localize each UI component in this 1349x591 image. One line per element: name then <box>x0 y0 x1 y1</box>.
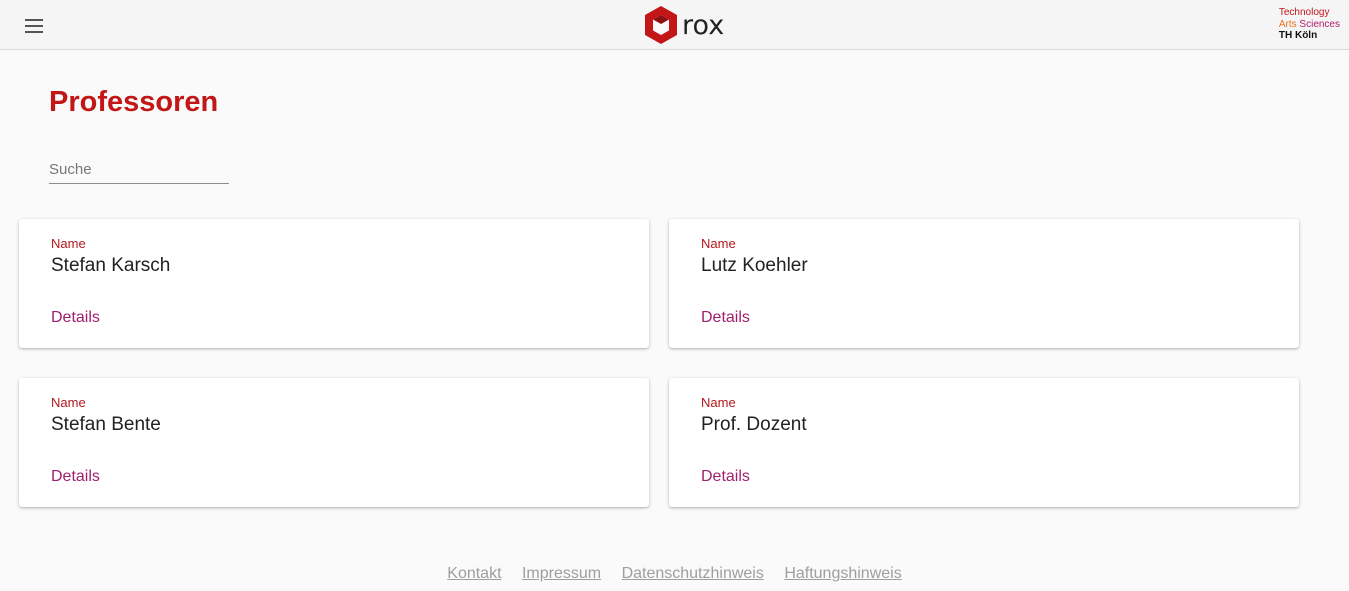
professor-name: Prof. Dozent <box>701 414 807 435</box>
professor-name: Stefan Bente <box>51 414 161 435</box>
card-label: Name <box>51 236 86 251</box>
card-label: Name <box>701 236 736 251</box>
professor-name: Lutz Koehler <box>701 255 808 276</box>
footer-link-haftung[interactable]: Haftungshinweis <box>784 565 901 582</box>
card-label: Name <box>51 395 86 410</box>
th-logo-line3: TH Köln <box>1278 30 1318 41</box>
details-link[interactable]: Details <box>51 309 100 327</box>
professor-card: Name Stefan Bente Details <box>19 378 649 507</box>
top-app-bar: rox Technology Arts Sciences TH Köln <box>0 0 1349 50</box>
professor-card: Name Lutz Koehler Details <box>669 219 1299 348</box>
details-link[interactable]: Details <box>51 468 100 486</box>
footer-link-kontakt[interactable]: Kontakt <box>447 565 501 582</box>
details-link[interactable]: Details <box>701 309 750 327</box>
footer-link-impressum[interactable]: Impressum <box>522 565 601 582</box>
rox-hexagon-icon <box>645 6 677 44</box>
menu-icon[interactable] <box>20 12 48 40</box>
search-input[interactable] <box>49 156 229 184</box>
page-title: Professoren <box>49 86 219 118</box>
app-logo[interactable]: rox <box>643 4 724 46</box>
th-logo-line2: Arts Sciences <box>1278 18 1340 30</box>
details-link[interactable]: Details <box>701 468 750 486</box>
professor-name: Stefan Karsch <box>51 255 171 276</box>
th-koeln-logo[interactable]: Technology Arts Sciences TH Köln <box>1279 7 1340 42</box>
professor-card: Name Stefan Karsch Details <box>19 219 649 348</box>
professor-card: Name Prof. Dozent Details <box>669 378 1299 507</box>
th-logo-line1: Technology <box>1278 7 1330 18</box>
footer-links: Kontakt Impressum Datenschutzhinweis Haf… <box>0 565 1349 583</box>
card-label: Name <box>701 395 736 410</box>
logo-text: rox <box>682 9 725 41</box>
footer-link-datenschutz[interactable]: Datenschutzhinweis <box>622 565 764 582</box>
